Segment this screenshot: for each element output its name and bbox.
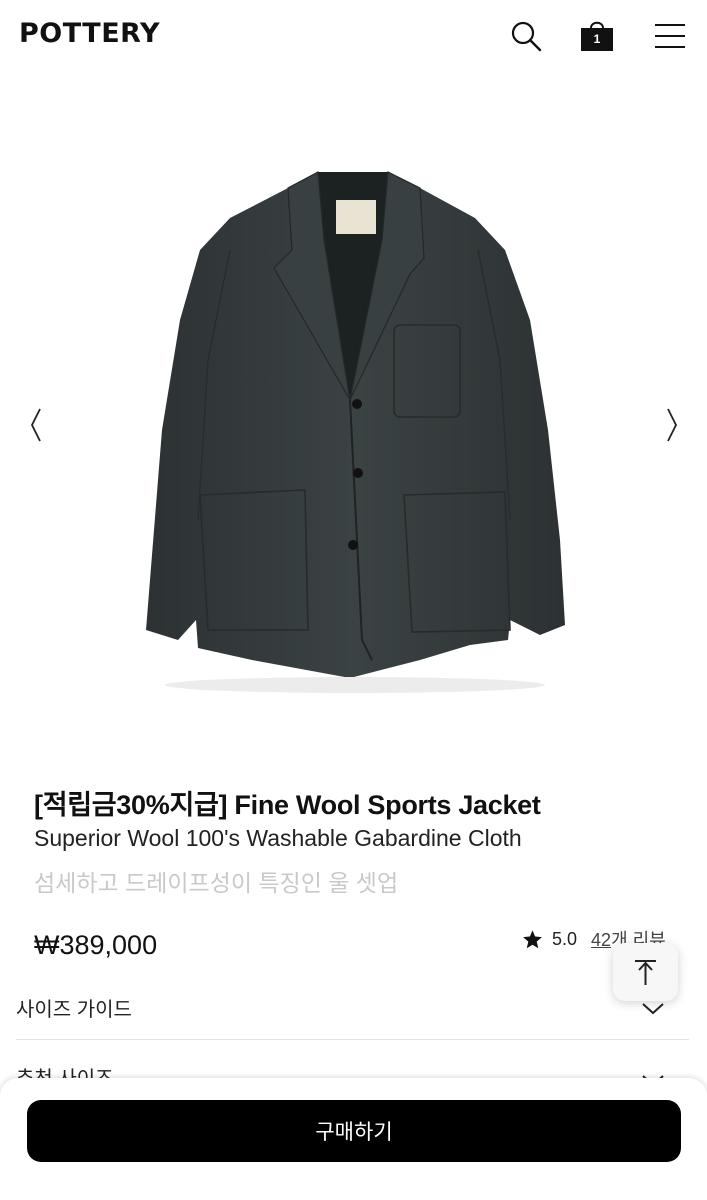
product-title: [적립금30%지급] Fine Wool Sports Jacket (34, 790, 541, 820)
app-header: POTTERY 1 (0, 0, 707, 74)
review-count[interactable]: 42 (591, 930, 611, 950)
buy-button[interactable]: 구매하기 (27, 1100, 681, 1162)
brand-logo[interactable]: POTTERY (19, 18, 160, 49)
hamburger-menu-icon[interactable] (652, 18, 688, 54)
product-image-gallery[interactable] (0, 100, 707, 740)
search-icon[interactable] (508, 18, 544, 54)
chevron-right-icon[interactable] (660, 405, 684, 445)
chevron-down-icon (642, 1003, 664, 1015)
cart-count-badge: 1 (593, 32, 601, 46)
purchase-bottom-sheet: 구매하기 (0, 1078, 707, 1200)
chevron-left-icon[interactable] (24, 405, 48, 445)
product-image (146, 171, 565, 693)
shopping-bag-icon[interactable]: 1 (579, 18, 615, 54)
product-description: 섬세하고 드레이프성이 특징인 울 셋업 (34, 870, 399, 896)
product-price: ₩389,000 (34, 930, 158, 960)
size-guide-row[interactable]: 사이즈 가이드 (16, 988, 689, 1040)
rating-value: 5.0 (552, 928, 578, 949)
star-icon (523, 929, 542, 948)
size-guide-label: 사이즈 가이드 (16, 999, 132, 1021)
product-subtitle: Superior Wool 100's Washable Gabardine C… (34, 825, 522, 851)
